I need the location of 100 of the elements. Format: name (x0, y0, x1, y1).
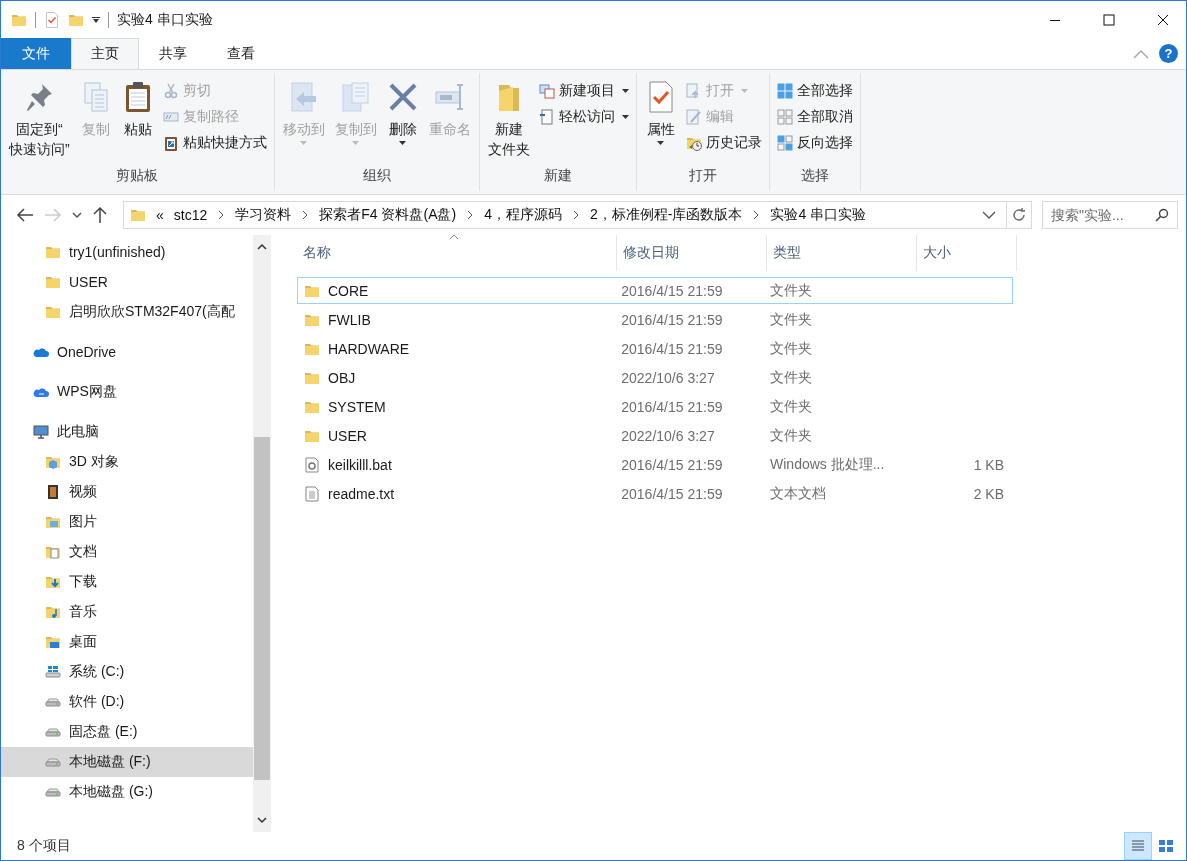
system-drive-icon (45, 664, 61, 680)
chevron-icon[interactable] (571, 210, 580, 220)
sidebar-item[interactable]: 下载 (1, 567, 253, 597)
sidebar-item[interactable]: 文档 (1, 537, 253, 567)
help-button[interactable]: ? (1159, 44, 1178, 63)
sidebar-item[interactable]: 3D 对象 (1, 447, 253, 477)
item-label: OneDrive (57, 344, 117, 360)
overflow-chevron[interactable]: « (156, 207, 164, 223)
breadcrumb[interactable]: 探索者F4 资料盘(A盘) (319, 206, 457, 224)
file-row[interactable]: USER 2022/10/6 3:27 文件夹 (297, 422, 1013, 449)
scrollbar-thumb[interactable] (254, 437, 270, 780)
breadcrumb[interactable]: 2，标准例程-库函数版本 (589, 206, 743, 224)
sidebar-item[interactable]: 启明欣欣STM32F407(高配 (1, 297, 253, 327)
item-label: 视频 (69, 483, 97, 501)
ribbon-button[interactable]: 新建 文件夹 (483, 77, 534, 167)
sidebar-item[interactable]: 本地磁盘 (G:) (1, 777, 253, 807)
search-icon (1155, 208, 1169, 222)
column-header[interactable]: 大小 (917, 235, 1017, 271)
item-label: 本地磁盘 (F:) (69, 753, 151, 771)
sidebar-item[interactable]: 固态盘 (E:) (1, 717, 253, 747)
sidebar-item[interactable]: try1(unfinished) (1, 237, 253, 267)
ribbon-button[interactable]: 轻松访问 (535, 105, 632, 129)
pages-icon (339, 81, 372, 113)
group-label: 新建 (543, 167, 572, 185)
breadcrumb[interactable]: 实验4 串口实验 (770, 206, 867, 224)
scroll-down-icon[interactable] (257, 816, 267, 824)
desktop-folder-icon (45, 634, 61, 650)
file-row[interactable]: HARDWARE 2016/4/15 21:59 文件夹 (297, 335, 1013, 362)
refresh-icon (1011, 207, 1027, 223)
text-file-icon (304, 485, 320, 502)
file-type: 文件夹 (770, 397, 812, 416)
column-header[interactable]: 修改日期 (617, 235, 767, 271)
cube-folder-icon (45, 454, 61, 470)
sidebar-item[interactable]: 视频 (1, 477, 253, 507)
sidebar-item[interactable]: 本地磁盘 (F:) (1, 747, 253, 777)
rename-icon (433, 81, 466, 113)
file-type: 文本文档 (770, 484, 826, 503)
chevron-icon[interactable] (752, 210, 761, 220)
file-row[interactable]: CORE 2016/4/15 21:59 文件夹 (297, 277, 1013, 304)
ribbon-button[interactable]: 新建项目 (535, 79, 632, 103)
file-row[interactable]: FWLIB 2016/4/15 21:59 文件夹 (297, 306, 1013, 333)
sidebar-item[interactable]: 软件 (D:) (1, 687, 253, 717)
item-label: 系统 (C:) (69, 663, 125, 681)
sidebar-item[interactable]: 此电脑 (1, 417, 253, 447)
film-icon (45, 484, 61, 500)
dropdown-icon[interactable] (982, 211, 996, 219)
file-row[interactable]: OBJ 2022/10/6 3:27 文件夹 (297, 364, 1013, 391)
sidebar-item[interactable]: 音乐 (1, 597, 253, 627)
file-row[interactable]: SYSTEM 2016/4/15 21:59 文件夹 (297, 393, 1013, 420)
item-count: 8 个项目 (17, 837, 71, 855)
chevron-icon[interactable] (217, 210, 226, 220)
file-row[interactable]: keilkilll.bat 2016/4/15 21:59 Windows 批处理... 1 KB (297, 451, 1013, 478)
sidebar-item[interactable]: OneDrive (1, 337, 253, 367)
invert-select-icon (776, 135, 793, 151)
column-header[interactable]: 类型 (767, 235, 917, 271)
item-label: try1(unfinished) (69, 244, 166, 260)
caret-icon[interactable] (71, 211, 83, 219)
sidebar-item[interactable]: 图片 (1, 507, 253, 537)
ribbon-tab[interactable]: 主页 (71, 38, 139, 69)
file-type: Windows 批处理... (770, 455, 885, 474)
item-label: 启明欣欣STM32F407(高配 (69, 303, 235, 321)
breadcrumb[interactable]: stc12 (173, 207, 208, 223)
ribbon-button[interactable]: 属性 (640, 77, 681, 167)
group-label: 打开 (688, 167, 717, 185)
ribbon-button[interactable]: 全部选择 (773, 79, 856, 103)
address-bar[interactable]: « stc12 学习资料 探索者F4 资料盘(A盘) 4，程序源码 2，标准例程-库函数版本 实验4 串口实验 (123, 201, 1032, 229)
folder-icon (45, 274, 61, 290)
item-label: 固态盘 (E:) (69, 723, 138, 741)
ribbon-button[interactable]: 粘贴 (117, 77, 158, 167)
dropdown-icon[interactable] (92, 16, 100, 23)
sidebar-item[interactable]: 桌面 (1, 627, 253, 657)
breadcrumb[interactable]: 4，程序源码 (484, 206, 562, 224)
properties-icon[interactable] (44, 11, 60, 28)
chevron-icon[interactable] (466, 210, 475, 220)
ribbon-button[interactable]: 粘贴快捷方式 (159, 131, 270, 155)
modified-date: 2016/4/15 21:59 (621, 398, 723, 415)
ribbon-button[interactable]: 反向选择 (773, 131, 856, 155)
ribbon-button[interactable]: 删除 (382, 77, 423, 167)
ribbon-tab[interactable]: 查看 (207, 38, 275, 69)
modified-date: 2016/4/15 21:59 (621, 485, 723, 502)
ribbon-tab[interactable]: 文件 (1, 38, 71, 69)
column-header[interactable]: 名称 (297, 235, 617, 271)
up-icon[interactable] (91, 206, 109, 224)
ribbon-button[interactable]: 全部取消 (773, 105, 856, 129)
ribbon-button[interactable]: 历史记录 (682, 131, 765, 155)
file-type: 文件夹 (770, 368, 812, 387)
breadcrumb[interactable]: 学习资料 (235, 206, 292, 224)
sidebar-item[interactable]: WPS网盘 (1, 377, 253, 407)
ribbon-button[interactable]: 固定到“ 快速访问” (5, 77, 74, 167)
sidebar-item[interactable]: 系统 (C:) (1, 657, 253, 687)
back-icon[interactable] (15, 207, 35, 223)
ribbon-tab[interactable]: 共享 (139, 38, 207, 69)
scroll-up-icon[interactable] (257, 243, 267, 251)
search-field[interactable]: 搜索"实验... (1042, 201, 1178, 229)
item-label: 3D 对象 (69, 453, 119, 471)
file-row[interactable]: readme.txt 2016/4/15 21:59 文本文档 2 KB (297, 480, 1013, 507)
item-label: WPS网盘 (57, 383, 117, 401)
sidebar-item[interactable]: USER (1, 267, 253, 297)
chevron-icon[interactable] (301, 210, 310, 220)
path-icon (162, 109, 179, 125)
